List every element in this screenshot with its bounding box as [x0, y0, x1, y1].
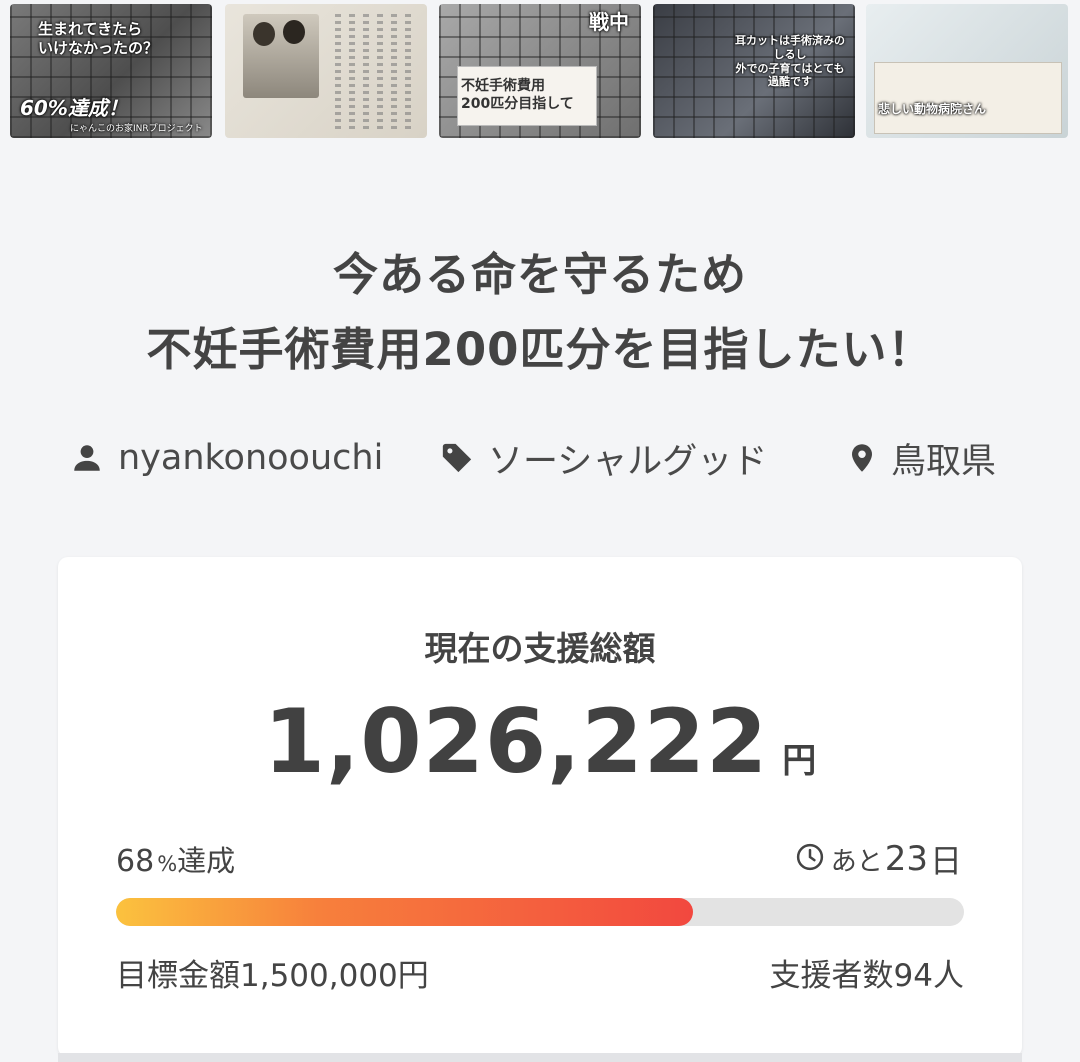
owner-name: nyankonoouchi	[118, 438, 384, 478]
location-pin-icon	[847, 441, 877, 475]
gallery-thumbnail-4[interactable]: 耳カットは手術済みの しるし 外での子育てはとても 過酷です	[653, 4, 855, 138]
days-value: 23	[884, 839, 928, 879]
image-gallery: 生まれてきたら いけなかったの？ 60%達成！ にゃんこのお家INRプロジェクト…	[0, 0, 1080, 140]
days-remaining: あと 23 日	[795, 836, 962, 882]
goal-amount: 目標金額1,500,000円	[116, 958, 429, 994]
thumbnail-caption: 戦中	[589, 10, 629, 34]
percent-value: 68	[116, 844, 155, 879]
category-link[interactable]: ソーシャルグッド	[440, 433, 767, 483]
thumbnail-caption: 耳カットは手術済みの しるし 外での子育てはとても 過酷です	[735, 34, 845, 89]
gallery-thumbnail-3[interactable]: 不妊手術費用 200匹分目指して 戦中	[439, 4, 641, 138]
gallery-thumbnail-1[interactable]: 生まれてきたら いけなかったの？ 60%達成！ にゃんこのお家INRプロジェクト	[10, 4, 212, 138]
progress-bar-fill	[116, 898, 693, 926]
owner-link[interactable]: nyankonoouchi	[70, 433, 383, 483]
funding-amount: 1,026,222 円	[0, 690, 1080, 793]
percent-unit: %	[157, 852, 178, 876]
days-suffix: 日	[929, 842, 962, 880]
project-title-line-2: 不妊手術費用200匹分を目指したい！	[146, 323, 934, 376]
currency-label: 円	[782, 741, 817, 781]
project-title-line-1: 今ある命を守るため	[332, 248, 747, 301]
thumbnail-caption: 不妊手術費用 200匹分目指して	[461, 78, 574, 112]
funding-label: 現在の支援総額	[424, 629, 656, 668]
thumbnail-caption: 60%達成！	[20, 96, 128, 120]
location-link[interactable]: 鳥取県	[847, 433, 996, 483]
category-name: ソーシャルグッド	[488, 441, 768, 482]
clock-icon	[795, 842, 825, 876]
user-icon	[70, 441, 104, 475]
amount-value: 1,026,222	[263, 690, 769, 793]
thumbnail-caption: にゃんこのお家INRプロジェクト	[70, 124, 203, 134]
gallery-thumbnail-2[interactable]	[225, 4, 427, 138]
thumbnail-caption: 生まれてきたら いけなかったの？	[38, 20, 159, 57]
gallery-thumbnail-5[interactable]: 悲しい動物病院さん	[866, 4, 1068, 138]
achievement-rate: 68 %達成	[116, 838, 235, 880]
days-prefix: あと	[830, 846, 883, 877]
percent-suffix: 達成	[177, 844, 236, 878]
thumbnail-caption: 悲しい動物病院さん	[878, 102, 987, 116]
location-name: 鳥取県	[891, 441, 997, 482]
tag-icon	[440, 441, 474, 475]
progress-bar	[116, 898, 964, 926]
display-graphic	[874, 62, 1062, 134]
backer-count: 支援者数94人	[769, 958, 964, 994]
